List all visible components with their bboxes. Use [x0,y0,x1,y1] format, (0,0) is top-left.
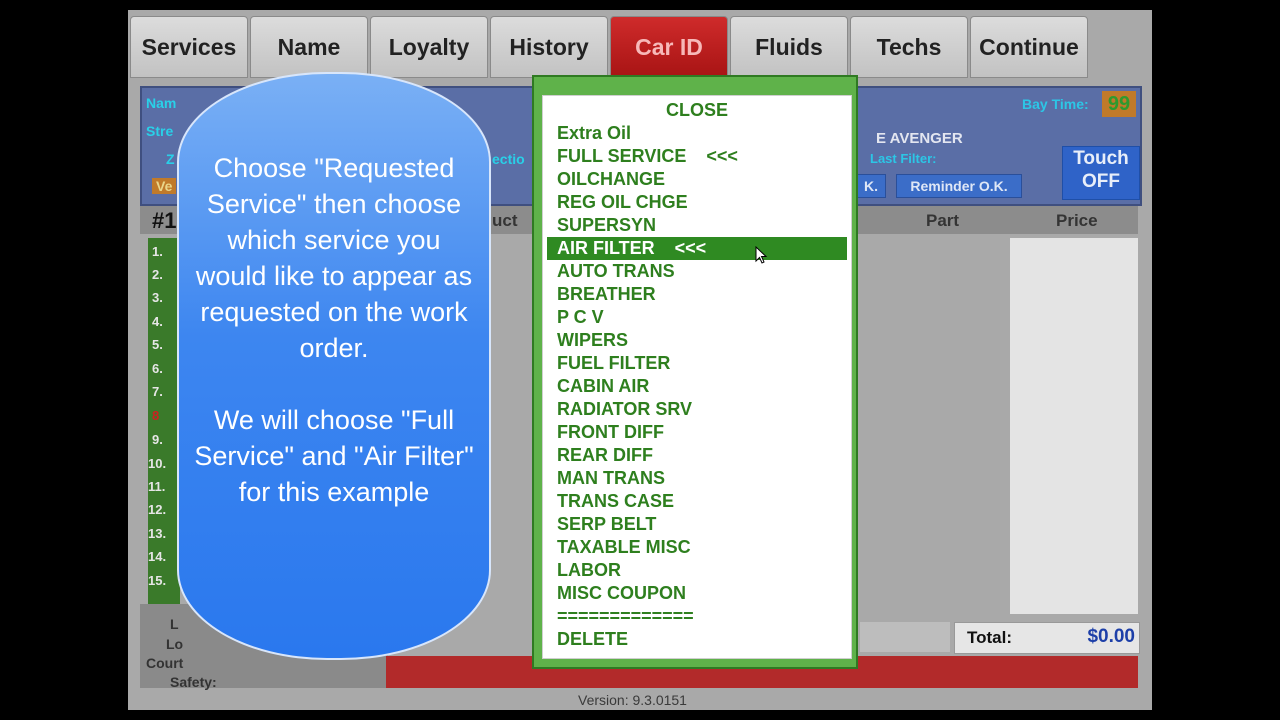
tab-bar: Services Name Loyalty History Car ID Flu… [128,16,1152,80]
header-product: uct [492,211,518,230]
row-number[interactable]: 6. [152,361,163,376]
tab-services[interactable]: Services [130,16,248,78]
reminder-ok-button[interactable]: Reminder O.K. [896,174,1022,198]
row-number[interactable]: 15. [148,573,166,588]
bottom-label: Lo [166,636,184,652]
version-label: Version: 9.3.0151 [578,692,687,708]
menu-item-trans-case[interactable]: TRANS CASE [547,490,847,513]
menu-item-fuel-filter[interactable]: FUEL FILTER [547,352,847,375]
menu-item-wipers[interactable]: WIPERS [547,329,847,352]
menu-item-radiator-srv[interactable]: RADIATOR SRV [547,398,847,421]
menu-item-man-trans[interactable]: MAN TRANS [547,467,847,490]
zip-label: Z [166,151,175,167]
row-number[interactable]: 3. [152,290,163,305]
requested-service-menu: CLOSE Extra Oil FULL SERVICE <<< OILCHAN… [532,75,858,669]
row-number[interactable]: 9. [152,432,163,447]
vehicle-name: E AVENGER [876,130,963,147]
total-value: $0.00 [1087,626,1135,647]
row-number[interactable]: 12. [148,502,166,517]
tutorial-instruction: Choose "Requested Service" then choose w… [195,153,473,363]
menu-item-taxable-misc[interactable]: TAXABLE MISC [547,536,847,559]
touch-state: OFF [1082,171,1120,192]
menu-item-rear-diff[interactable]: REAR DIFF [547,444,847,467]
menu-item-front-diff[interactable]: FRONT DIFF [547,421,847,444]
row-number[interactable]: 2. [152,267,163,282]
part-column [860,238,1008,614]
row-number[interactable]: 13. [148,526,166,541]
tab-loyalty[interactable]: Loyalty [370,16,488,78]
menu-item-labor[interactable]: LABOR [547,559,847,582]
ok-button[interactable]: K. [856,174,886,198]
subtotal-box [860,622,950,652]
total-label: Total: [967,628,1013,647]
header-part: Part [926,211,960,230]
tab-techs[interactable]: Techs [850,16,968,78]
service-list: CLOSE Extra Oil FULL SERVICE <<< OILCHAN… [542,95,852,659]
header-num: #1 [152,208,177,233]
row-number[interactable]: 4. [152,314,163,329]
tab-car-id[interactable]: Car ID [610,16,728,78]
bay-time-value: 99 [1102,91,1136,117]
menu-separator: ============= [557,606,694,626]
row-number[interactable]: 11. [148,479,165,494]
direction-label: ectio [492,151,525,167]
menu-item-pcv[interactable]: P C V [547,306,847,329]
tab-fluids[interactable]: Fluids [730,16,848,78]
row-number[interactable]: 7. [152,384,163,399]
menu-item-full-service[interactable]: FULL SERVICE <<< [547,145,847,168]
menu-item-cabin-air[interactable]: CABIN AIR [547,375,847,398]
vehicle-label: Ve [152,178,177,194]
touch-label: Touch [1073,148,1129,169]
tab-continue[interactable]: Continue [970,16,1088,78]
menu-item-auto-trans[interactable]: AUTO TRANS [547,260,847,283]
tab-name[interactable]: Name [250,16,368,78]
price-column [1010,238,1138,614]
safety-label: Safety: [170,674,217,690]
row-number[interactable]: 10. [148,456,166,471]
row-number[interactable]: 1. [152,244,163,259]
last-filter-label: Last Filter: [870,151,937,166]
street-label: Stre [146,123,174,139]
menu-item-delete[interactable]: DELETE [547,628,847,651]
row-number[interactable]: 5. [152,337,163,352]
row-number[interactable]: 14. [148,549,166,564]
mouse-cursor-icon [755,246,767,264]
menu-close-button[interactable]: CLOSE [543,100,851,121]
menu-item-oilchange[interactable]: OILCHANGE [547,168,847,191]
touch-off-button[interactable]: Touch OFF [1062,146,1140,200]
tab-history[interactable]: History [490,16,608,78]
row-number[interactable]: 8 [152,408,159,423]
menu-item-extra-oil[interactable]: Extra Oil [547,122,847,145]
courtesy-label: Court [146,655,184,671]
tutorial-text: Choose "Requested Service" then choose w… [189,150,479,510]
name-label: Nam [146,95,177,111]
tutorial-callout: Choose "Requested Service" then choose w… [177,72,491,660]
menu-item-reg-oil-chge[interactable]: REG OIL CHGE [547,191,847,214]
row-number-column: 1. 2. 3. 4. 5. 6. 7. 8 9. 10. 11. 12. 13… [148,238,180,606]
bottom-label: L [170,616,179,632]
menu-item-breather[interactable]: BREATHER [547,283,847,306]
header-price: Price [1056,211,1098,230]
menu-item-serp-belt[interactable]: SERP BELT [547,513,847,536]
bay-time-label: Bay Time: [1022,96,1089,112]
menu-item-misc-coupon[interactable]: MISC COUPON [547,582,847,605]
menu-item-air-filter[interactable]: AIR FILTER <<< [547,237,847,260]
total-box: Total: $0.00 [954,622,1140,654]
tutorial-example: We will choose "Full Service" and "Air F… [194,405,474,507]
menu-item-supersyn[interactable]: SUPERSYN [547,214,847,237]
